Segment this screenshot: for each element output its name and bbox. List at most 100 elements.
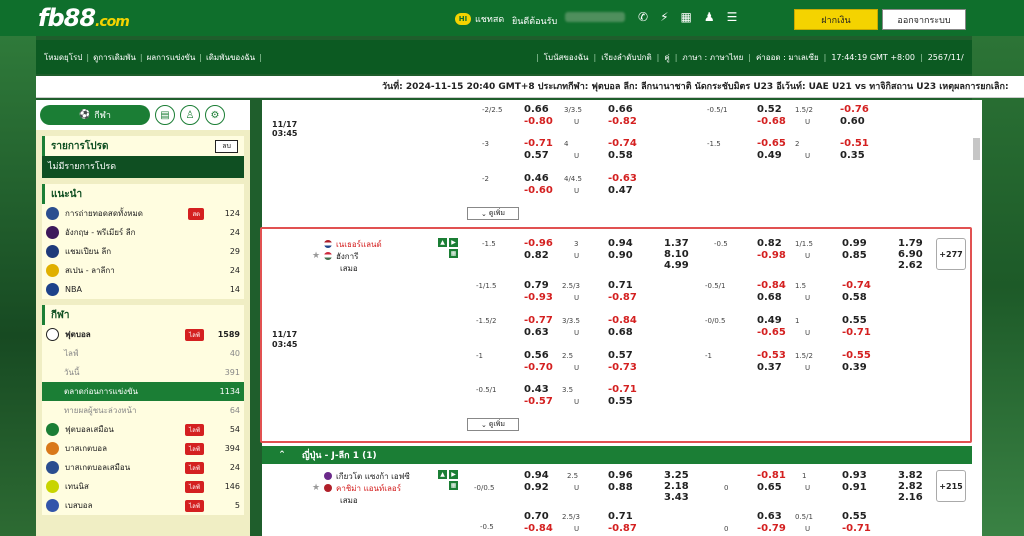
recommended-item[interactable]: สเปน - ลาลีกา 24 [42, 261, 244, 280]
play-icon[interactable]: ▶ [449, 238, 458, 247]
1x2-odds[interactable]: 2.62 [898, 260, 923, 271]
field-icon[interactable]: ▦ [449, 249, 458, 258]
odds-value[interactable]: 0.60 [840, 116, 865, 127]
stats-icon[interactable]: ▲ [438, 470, 447, 479]
odds-value[interactable]: 0.35 [840, 150, 865, 161]
odds-value[interactable]: -0.71 [608, 384, 637, 395]
recommended-item[interactable]: การถ่ายทอดสดทั้งหมด สด 124 [42, 204, 244, 223]
nav-my-bets[interactable]: เดิมพันของฉัน [206, 51, 255, 64]
1x2-odds[interactable]: 1.79 [898, 238, 923, 249]
odds-value[interactable]: -0.80 [524, 116, 553, 127]
odds-value[interactable]: -0.65 [757, 327, 786, 338]
odds-value[interactable]: 0.70 [524, 511, 549, 522]
odds-value[interactable]: 0.88 [608, 482, 633, 493]
field-icon[interactable]: ▦ [449, 481, 458, 490]
odds-value[interactable]: 0.47 [608, 185, 633, 196]
settings-icon[interactable]: ⚙ [205, 105, 225, 125]
scrollbar[interactable] [972, 100, 982, 536]
1x2-odds[interactable]: 1.37 [664, 238, 689, 249]
odds-value[interactable]: -0.68 [757, 116, 786, 127]
sport-sub-item[interactable]: ไลฟ์ 40 [42, 344, 244, 363]
chevron-up-icon[interactable]: ⌃ [262, 450, 302, 460]
odds-value[interactable]: 0.85 [842, 250, 867, 261]
sport-button[interactable]: ⚽ กีฬา [40, 105, 150, 125]
away-team[interactable]: คาชิม่า แอนท์เลอร์ [324, 482, 401, 495]
odds-value[interactable]: 0.49 [757, 150, 782, 161]
1x2-odds[interactable]: 3.43 [664, 492, 689, 503]
sport-sub-item[interactable]: ทายผลผู้ชนะล่วงหน้า 64 [42, 401, 244, 420]
nav-euro-mode[interactable]: โหมดยุโรป [44, 51, 82, 64]
odds-value[interactable]: 0.39 [842, 362, 867, 373]
odds-value[interactable]: 0.58 [842, 292, 867, 303]
odds-value[interactable]: -0.79 [757, 523, 786, 534]
deposit-button[interactable]: ฝากเงิน [794, 9, 878, 30]
odds-value[interactable]: -0.60 [524, 185, 553, 196]
sport-item[interactable]: บาสเกตบอล ไลฟ์ 394 [42, 439, 244, 458]
odds-value[interactable]: 0.66 [524, 104, 549, 115]
see-more-button[interactable]: ⌄ ดูเพิ่ม [467, 207, 519, 220]
odds-value[interactable]: -0.84 [524, 523, 553, 534]
odds-value[interactable]: 0.94 [608, 238, 633, 249]
odds-value[interactable]: 0.68 [757, 292, 782, 303]
odds-value[interactable]: 0.96 [608, 470, 633, 481]
sport-item[interactable]: ฟุตบอลเสมือน ไลฟ์ 54 [42, 420, 244, 439]
sport-item[interactable]: เทนนิส ไลฟ์ 146 [42, 477, 244, 496]
odds-value[interactable]: -0.76 [840, 104, 869, 115]
odds-value[interactable]: 0.91 [842, 482, 867, 493]
nav-odds-type[interactable]: ค่าออด : มาเลเซีย [756, 51, 819, 64]
odds-value[interactable]: -0.53 [757, 350, 786, 361]
scrollbar-thumb[interactable] [973, 138, 980, 160]
more-markets-button[interactable]: +215 [936, 470, 966, 502]
1x2-odds[interactable]: 3.82 [898, 470, 923, 481]
odds-value[interactable]: -0.74 [608, 138, 637, 149]
odds-value[interactable]: 0.71 [608, 511, 633, 522]
user-icon[interactable]: ♟ [704, 10, 715, 24]
odds-value[interactable]: 0.55 [608, 396, 633, 407]
odds-value[interactable]: -0.70 [524, 362, 553, 373]
recommended-item[interactable]: NBA 14 [42, 280, 244, 299]
odds-value[interactable]: -0.71 [524, 138, 553, 149]
stats-icon[interactable]: ▲ [438, 238, 447, 247]
odds-value[interactable]: -0.71 [842, 523, 871, 534]
logo[interactable]: fb88.com [38, 4, 130, 32]
nav-results[interactable]: ผลการแข่งขัน [147, 51, 196, 64]
list-icon[interactable]: ☰ [727, 10, 738, 24]
odds-value[interactable]: 0.65 [757, 482, 782, 493]
favorite-star-icon[interactable]: ★ [312, 483, 320, 493]
odds-value[interactable]: -0.74 [842, 280, 871, 291]
odds-value[interactable]: 0.56 [524, 350, 549, 361]
odds-value[interactable]: -0.93 [524, 292, 553, 303]
odds-value[interactable]: 0.55 [842, 315, 867, 326]
recommended-item[interactable]: แชมเปียน ลีก 29 [42, 242, 244, 261]
1x2-odds[interactable]: 6.90 [898, 249, 923, 260]
odds-value[interactable]: 0.90 [608, 250, 633, 261]
odds-value[interactable]: 0.71 [608, 280, 633, 291]
odds-value[interactable]: -0.82 [608, 116, 637, 127]
logout-button[interactable]: ออกจากระบบ [882, 9, 966, 30]
odds-value[interactable]: 0.57 [524, 150, 549, 161]
sport-item[interactable]: เบสบอล ไลฟ์ 5 [42, 496, 244, 515]
odds-value[interactable]: 0.79 [524, 280, 549, 291]
bank-icon[interactable]: ▦ [681, 10, 692, 24]
odds-value[interactable]: 0.46 [524, 173, 549, 184]
sport-sub-item[interactable]: วันนี้ 391 [42, 363, 244, 382]
odds-value[interactable]: 0.82 [524, 250, 549, 261]
sport-item[interactable]: บาสเกตบอลเสมือน ไลฟ์ 24 [42, 458, 244, 477]
odds-value[interactable]: -0.87 [608, 523, 637, 534]
betslip-icon[interactable]: ▤ [155, 105, 175, 125]
odds-value[interactable]: 0.49 [757, 315, 782, 326]
odds-value[interactable]: 0.55 [842, 511, 867, 522]
odds-value[interactable]: -0.71 [842, 327, 871, 338]
sport-sub-item[interactable]: ตลาดก่อนการแข่งขัน 1134 [42, 382, 244, 401]
odds-value[interactable]: -0.77 [524, 315, 553, 326]
odds-value[interactable]: 0.93 [842, 470, 867, 481]
more-markets-button[interactable]: +277 [936, 238, 966, 270]
nav-language[interactable]: ภาษา : ภาษาไทย [682, 51, 743, 64]
live-chat[interactable]: HI แชทสด [455, 12, 504, 26]
recommended-item[interactable]: อังกฤษ - พรีเมียร์ ลีก 24 [42, 223, 244, 242]
odds-value[interactable]: -0.57 [524, 396, 553, 407]
odds-value[interactable]: 0.57 [608, 350, 633, 361]
nav-pair[interactable]: คู่ [664, 51, 669, 64]
odds-value[interactable]: -0.84 [608, 315, 637, 326]
1x2-odds[interactable]: 2.18 [664, 481, 689, 492]
